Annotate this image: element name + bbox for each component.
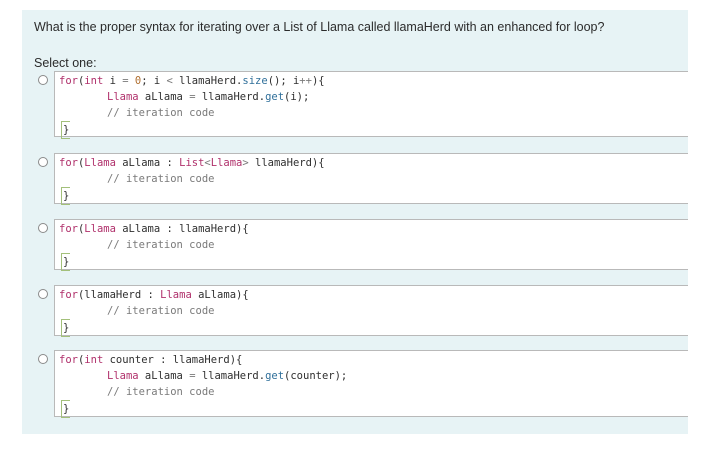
code-token: for [59,157,78,169]
code-token: counter : llamaHerd){ [103,354,243,366]
code-line: // iteration code [55,384,688,400]
code-token: i [103,75,123,87]
radio-button-1[interactable] [38,75,48,85]
code-token: Llama [160,289,192,301]
code-token: for [59,289,78,301]
code-token: for [59,75,78,87]
code-token: (i); [284,91,310,103]
code-token: for [59,354,78,366]
radio-button-3[interactable] [38,223,48,233]
code-token: ){ [311,75,325,87]
code-line: // iteration code [55,303,688,319]
code-token: } [63,190,70,202]
code-line: } [55,121,688,139]
code-line: for(Llama aLlama : List<Llama> llamaHerd… [55,155,688,171]
code-token: Llama [84,223,116,235]
code-token: Llama [107,91,139,103]
code-snippet-1: for(int i = 0; i < llamaHerd.size(); i++… [54,71,688,139]
code-token: aLlama : llamaHerd){ [115,223,249,235]
code-token: aLlama : [115,157,180,169]
code-token: } [63,403,70,415]
code-token: aLlama [138,370,190,382]
code-line: } [55,187,688,205]
closing-brace: } [61,253,71,271]
closing-brace: } [61,187,71,205]
code-line: for(llamaHerd : Llama aLlama){ [55,287,688,303]
code-token: int [84,354,104,366]
code-token: ++ [299,75,312,87]
code-token: (); i [267,75,300,87]
code-line: // iteration code [55,105,688,121]
code-token: aLlama){ [191,289,249,301]
code-snippet-3: for(Llama aLlama : llamaHerd){ // iterati… [54,219,688,271]
quiz-question-panel: What is the proper syntax for iterating … [22,10,688,434]
closing-brace: } [61,319,71,337]
closing-brace: } [61,121,71,139]
code-token: get [265,370,285,382]
code-token: size [242,75,268,87]
code-line: for(int counter : llamaHerd){ [55,352,688,368]
code-token: llamaHerd. [172,75,243,87]
code-token: Llama [84,157,116,169]
code-token: llamaHerd. [195,370,266,382]
code-line: } [55,319,688,337]
radio-button-5[interactable] [38,354,48,364]
code-token: Llama [210,157,243,169]
code-token: } [63,124,70,136]
code-token: llamaHerd){ [248,157,325,169]
code-snippet-2: for(Llama aLlama : List<Llama> llamaHerd… [54,153,688,205]
code-token: llamaHerd. [195,91,266,103]
code-token: for [59,223,78,235]
code-line: } [55,253,688,271]
code-token: List [179,157,205,169]
code-line: Llama aLlama = llamaHerd.get(counter); [55,368,688,384]
code-snippet-5: for(int counter : llamaHerd){Llama aLlam… [54,350,688,418]
code-token: // iteration code [107,305,215,317]
code-token: // iteration code [107,386,215,398]
code-line: // iteration code [55,237,688,253]
code-token: get [265,91,285,103]
code-snippet-4: for(llamaHerd : Llama aLlama){ // iterati… [54,285,688,337]
radio-button-4[interactable] [38,289,48,299]
code-token: int [84,75,104,87]
code-token: ; i [141,75,167,87]
question-text: What is the proper syntax for iterating … [34,20,605,34]
code-line: Llama aLlama = llamaHerd.get(i); [55,89,688,105]
code-token: // iteration code [107,239,215,251]
code-token: Llama [107,370,139,382]
code-token: aLlama [138,91,190,103]
code-line: for(Llama aLlama : llamaHerd){ [55,221,688,237]
closing-brace: } [61,400,71,418]
code-token: // iteration code [107,173,215,185]
code-token: (llamaHerd : [77,289,161,301]
radio-button-2[interactable] [38,157,48,167]
code-line: // iteration code [55,171,688,187]
code-token: } [63,322,70,334]
code-token: // iteration code [107,107,215,119]
select-one-label: Select one: [34,56,97,70]
code-token: (counter); [284,370,348,382]
code-line: for(int i = 0; i < llamaHerd.size(); i++… [55,73,688,89]
code-line: } [55,400,688,418]
code-token: } [63,256,70,268]
